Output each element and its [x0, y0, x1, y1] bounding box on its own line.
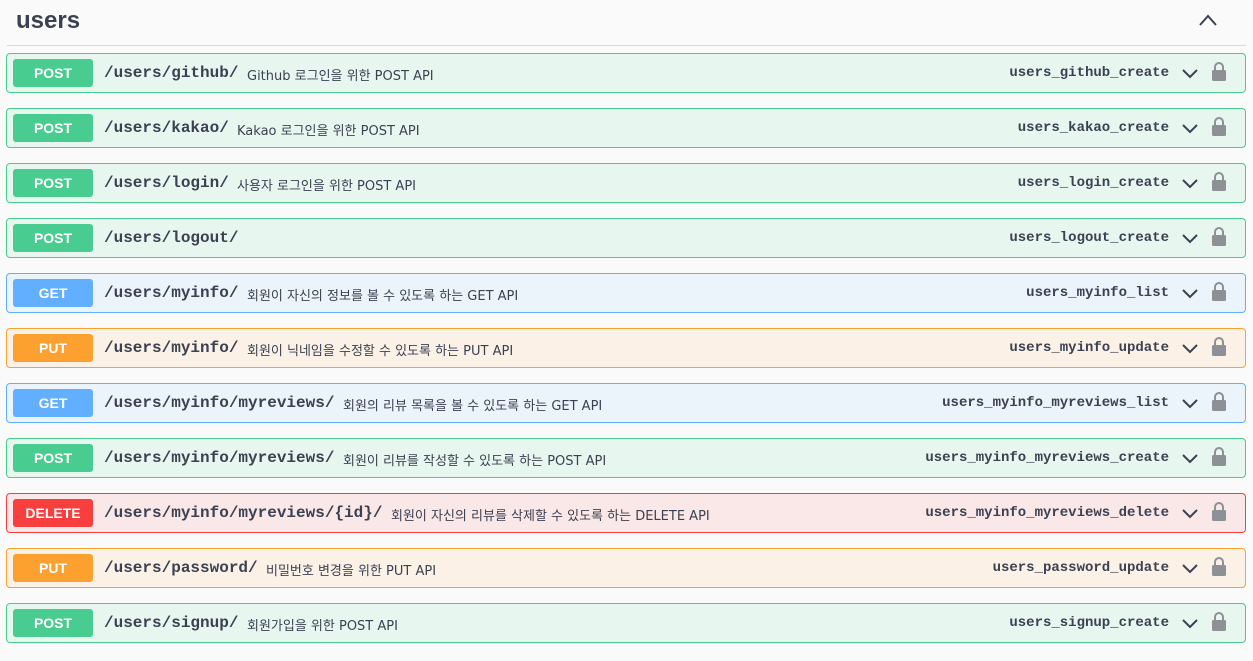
operation-path: /users/password/: [104, 559, 258, 577]
operation-summary: 회원이 닉네임을 수정할 수 있도록 하는 PUT API: [247, 344, 514, 359]
method-badge: PUT: [13, 554, 93, 582]
chevron-down-icon[interactable]: [1181, 396, 1199, 410]
operation-id: users_login_create: [1017, 175, 1169, 191]
operation-id: users_myinfo_list: [1026, 285, 1169, 301]
chevron-down-icon[interactable]: [1181, 176, 1199, 190]
operation-path: /users/kakao/: [104, 119, 229, 137]
lock-icon[interactable]: [1211, 171, 1227, 193]
operation-row[interactable]: POST /users/logout/ users_logout_create: [6, 218, 1246, 258]
operation-summary: Github 로그인을 위한 POST API: [247, 69, 434, 84]
operation-row[interactable]: PUT /users/myinfo/ 회원이 닉네임을 수정할 수 있도록 하는…: [6, 328, 1246, 368]
operation-row[interactable]: GET /users/myinfo/myreviews/ 회원의 리뷰 목록을 …: [6, 383, 1246, 423]
operation-summary: 회원의 리뷰 목록을 볼 수 있도록 하는 GET API: [343, 399, 603, 414]
lock-icon[interactable]: [1211, 226, 1227, 248]
operation-id: users_myinfo_update: [1009, 340, 1169, 356]
lock-icon[interactable]: [1211, 61, 1227, 83]
lock-icon[interactable]: [1211, 446, 1227, 468]
operation-row[interactable]: POST /users/myinfo/myreviews/ 회원이 리뷰를 작성…: [6, 438, 1246, 478]
method-badge: DELETE: [13, 499, 93, 527]
chevron-down-icon[interactable]: [1181, 561, 1199, 575]
operation-summary: 비밀번호 변경을 위한 PUT API: [266, 564, 437, 579]
operation-summary: 회원이 리뷰를 작성할 수 있도록 하는 POST API: [343, 454, 607, 469]
method-badge: GET: [13, 279, 93, 307]
tag-title: users: [16, 7, 81, 34]
method-badge: POST: [13, 444, 93, 472]
operation-path: /users/github/: [104, 64, 239, 82]
operation-summary: 회원가입을 위한 POST API: [247, 619, 398, 634]
chevron-down-icon[interactable]: [1181, 616, 1199, 630]
operation-summary: 사용자 로그인을 위한 POST API: [237, 179, 417, 194]
lock-icon[interactable]: [1211, 391, 1227, 413]
operation-id: users_logout_create: [1009, 230, 1169, 246]
operation-id: users_github_create: [1009, 65, 1169, 81]
chevron-down-icon[interactable]: [1181, 451, 1199, 465]
method-badge: POST: [13, 114, 93, 142]
operation-path: /users/myinfo/myreviews/{id}/: [104, 504, 383, 522]
operation-path: /users/myinfo/myreviews/: [104, 394, 335, 412]
lock-icon[interactable]: [1211, 281, 1227, 303]
operation-path: /users/myinfo/myreviews/: [104, 449, 335, 467]
method-badge: PUT: [13, 334, 93, 362]
operation-row[interactable]: PUT /users/password/ 비밀번호 변경을 위한 PUT API…: [6, 548, 1246, 588]
operation-summary: 회원이 자신의 리뷰를 삭제할 수 있도록 하는 DELETE API: [391, 509, 710, 524]
method-badge: POST: [13, 169, 93, 197]
lock-icon[interactable]: [1211, 116, 1227, 138]
chevron-down-icon[interactable]: [1181, 121, 1199, 135]
operation-path: /users/myinfo/: [104, 284, 239, 302]
operation-id: users_kakao_create: [1017, 120, 1169, 136]
lock-icon[interactable]: [1211, 501, 1227, 523]
operation-row[interactable]: POST /users/kakao/ Kakao 로그인을 위한 POST AP…: [6, 108, 1246, 148]
chevron-up-icon[interactable]: [1198, 12, 1218, 28]
operation-id: users_password_update: [992, 560, 1169, 576]
chevron-down-icon[interactable]: [1181, 286, 1199, 300]
chevron-down-icon[interactable]: [1181, 341, 1199, 355]
method-badge: GET: [13, 389, 93, 417]
operation-row[interactable]: POST /users/github/ Github 로그인을 위한 POST …: [6, 53, 1246, 93]
lock-icon[interactable]: [1211, 611, 1227, 633]
operation-path: /users/logout/: [104, 229, 239, 247]
lock-icon[interactable]: [1211, 556, 1227, 578]
operation-path: /users/signup/: [104, 614, 239, 632]
operation-path: /users/myinfo/: [104, 339, 239, 357]
lock-icon[interactable]: [1211, 336, 1227, 358]
operation-summary: Kakao 로그인을 위한 POST API: [237, 124, 420, 139]
chevron-down-icon[interactable]: [1181, 506, 1199, 520]
operation-row[interactable]: DELETE /users/myinfo/myreviews/{id}/ 회원이…: [6, 493, 1246, 533]
operation-path: /users/login/: [104, 174, 229, 192]
chevron-down-icon[interactable]: [1181, 66, 1199, 80]
operation-id: users_myinfo_myreviews_create: [925, 450, 1169, 466]
operation-summary: 회원이 자신의 정보를 볼 수 있도록 하는 GET API: [247, 289, 519, 304]
operation-row[interactable]: POST /users/signup/ 회원가입을 위한 POST API us…: [6, 603, 1246, 643]
method-badge: POST: [13, 59, 93, 87]
operation-id: users_myinfo_myreviews_delete: [925, 505, 1169, 521]
operation-row[interactable]: POST /users/login/ 사용자 로그인을 위한 POST API …: [6, 163, 1246, 203]
chevron-down-icon[interactable]: [1181, 231, 1199, 245]
operation-row[interactable]: GET /users/myinfo/ 회원이 자신의 정보를 볼 수 있도록 하…: [6, 273, 1246, 313]
operation-id: users_signup_create: [1009, 615, 1169, 631]
tag-header[interactable]: users: [7, 0, 1246, 46]
method-badge: POST: [13, 609, 93, 637]
method-badge: POST: [13, 224, 93, 252]
operation-id: users_myinfo_myreviews_list: [942, 395, 1169, 411]
tag-section-users: users POST /users/github/ Github 로그인을 위한…: [0, 0, 1253, 661]
